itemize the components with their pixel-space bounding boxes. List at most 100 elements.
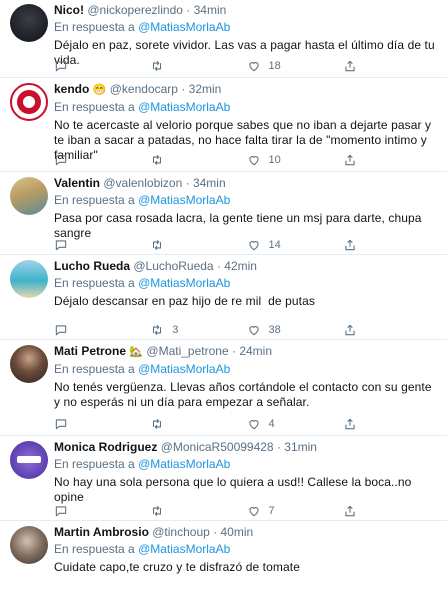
handle[interactable]: @tinchoup xyxy=(152,525,210,539)
reply-button[interactable] xyxy=(54,58,150,74)
tweet[interactable]: Valentin @valenlobizon · 34min En respue… xyxy=(0,173,447,255)
share-button[interactable] xyxy=(343,322,439,338)
display-name[interactable]: Mati Petrone xyxy=(54,344,126,358)
mention-link[interactable]: @MatiasMorlaAb xyxy=(138,362,230,376)
retweet-button[interactable] xyxy=(150,503,246,519)
emoji: 😁 xyxy=(92,84,107,96)
share-icon xyxy=(345,60,355,72)
mention-link[interactable]: @MatiasMorlaAb xyxy=(138,100,230,114)
emoji: 🏡 xyxy=(129,346,144,358)
mention-link[interactable]: @MatiasMorlaAb xyxy=(138,20,230,34)
retweet-button[interactable] xyxy=(150,237,246,253)
like-button[interactable]: 7 xyxy=(247,503,343,519)
avatar[interactable] xyxy=(10,345,48,383)
reply-feed: Nico! @nickoperezlindo · 34min En respue… xyxy=(0,0,447,591)
share-button[interactable] xyxy=(343,237,439,253)
display-name[interactable]: Lucho Rueda xyxy=(54,259,130,273)
tweet[interactable]: kendo 😁 @kendocarp · 32min En respuesta … xyxy=(0,79,447,172)
like-button[interactable]: 4 xyxy=(247,416,343,432)
display-name[interactable]: Monica Rodriguez xyxy=(54,440,157,454)
timestamp[interactable]: 34min xyxy=(194,3,227,17)
retweet-button[interactable]: 3 xyxy=(150,322,246,338)
display-name[interactable]: Martin Ambrosio xyxy=(54,525,149,539)
reply-icon xyxy=(55,419,67,430)
retweet-button[interactable] xyxy=(150,416,246,432)
retweet-icon xyxy=(153,154,162,166)
reply-icon xyxy=(55,506,67,517)
handle[interactable]: @nickoperezlindo xyxy=(87,3,183,17)
reply-button[interactable] xyxy=(54,416,150,432)
tweet[interactable]: Mati Petrone 🏡 @Mati_petrone · 24min En … xyxy=(0,341,447,436)
reply-context: En respuesta a @MatiasMorlaAb xyxy=(54,100,231,114)
reply-button[interactable] xyxy=(54,322,150,338)
display-name[interactable]: Valentin xyxy=(54,176,100,190)
timestamp[interactable]: 31min xyxy=(284,440,317,454)
reply-context: En respuesta a @MatiasMorlaAb xyxy=(54,193,231,207)
share-icon xyxy=(345,324,355,336)
tweet[interactable]: Lucho Rueda @LuchoRueda · 42min En respu… xyxy=(0,256,447,340)
mention-link[interactable]: @MatiasMorlaAb xyxy=(138,193,230,207)
reply-button[interactable] xyxy=(54,152,150,168)
reply-context: En respuesta a @MatiasMorlaAb xyxy=(54,457,231,471)
tweet[interactable]: Martin Ambrosio @tinchoup · 40min En res… xyxy=(0,522,447,591)
heart-icon xyxy=(248,241,259,251)
display-name[interactable]: Nico! xyxy=(54,3,84,17)
tweet[interactable]: Nico! @nickoperezlindo · 34min En respue… xyxy=(0,0,447,78)
avatar[interactable] xyxy=(10,4,48,42)
share-icon xyxy=(345,239,355,251)
retweet-icon xyxy=(153,324,162,336)
timestamp[interactable]: 40min xyxy=(221,525,254,539)
like-button[interactable]: 38 xyxy=(247,322,343,338)
avatar[interactable] xyxy=(10,83,48,121)
tweet[interactable]: Monica Rodriguez @MonicaR50099428 · 31mi… xyxy=(0,437,447,521)
handle[interactable]: @Mati_petrone xyxy=(146,344,228,358)
heart-icon xyxy=(248,420,259,430)
handle[interactable]: @MonicaR50099428 xyxy=(161,440,274,454)
share-button[interactable] xyxy=(343,152,439,168)
tweet-text: Cuidate capo,te cruzo y te disfrazó de t… xyxy=(54,560,300,574)
like-button[interactable]: 18 xyxy=(247,58,343,74)
tweet-text: No hay una sola persona que lo quiera a … xyxy=(54,475,412,504)
timestamp[interactable]: 42min xyxy=(224,259,257,273)
tweet-text: Déjalo descansar en paz hijo de re mil d… xyxy=(54,294,315,308)
mention-link[interactable]: @MatiasMorlaAb xyxy=(138,457,230,471)
timestamp[interactable]: 24min xyxy=(239,344,272,358)
retweet-icon xyxy=(153,418,162,430)
handle[interactable]: @kendocarp xyxy=(110,82,178,96)
mention-link[interactable]: @MatiasMorlaAb xyxy=(138,542,230,556)
reply-icon xyxy=(55,61,67,72)
share-icon xyxy=(345,418,355,430)
handle[interactable]: @valenlobizon xyxy=(103,176,182,190)
avatar[interactable] xyxy=(10,526,48,564)
display-name[interactable]: kendo xyxy=(54,82,89,96)
share-icon xyxy=(345,154,355,166)
timestamp[interactable]: 34min xyxy=(193,176,226,190)
retweet-icon xyxy=(153,239,162,251)
reply-context: En respuesta a @MatiasMorlaAb xyxy=(54,542,231,556)
heart-icon xyxy=(248,326,259,336)
avatar[interactable] xyxy=(10,260,48,298)
heart-icon xyxy=(248,507,259,517)
reply-button[interactable] xyxy=(54,237,150,253)
avatar[interactable] xyxy=(10,441,48,479)
retweet-button[interactable] xyxy=(150,152,246,168)
like-button[interactable]: 14 xyxy=(247,237,343,253)
reply-icon xyxy=(55,240,67,251)
mention-link[interactable]: @MatiasMorlaAb xyxy=(138,276,230,290)
avatar[interactable] xyxy=(10,177,48,215)
reply-context: En respuesta a @MatiasMorlaAb xyxy=(54,276,231,290)
like-button[interactable]: 10 xyxy=(247,152,343,168)
retweet-button[interactable] xyxy=(150,58,246,74)
timestamp[interactable]: 32min xyxy=(189,82,222,96)
retweet-icon xyxy=(153,60,162,72)
reply-icon xyxy=(55,155,67,166)
tweet-text: No tenés vergüenza. Llevas años cortándo… xyxy=(54,380,432,409)
reply-button[interactable] xyxy=(54,503,150,519)
share-button[interactable] xyxy=(343,58,439,74)
heart-icon xyxy=(248,156,259,166)
reply-context: En respuesta a @MatiasMorlaAb xyxy=(54,20,231,34)
handle[interactable]: @LuchoRueda xyxy=(133,259,213,273)
share-button[interactable] xyxy=(343,503,439,519)
share-button[interactable] xyxy=(343,416,439,432)
retweet-icon xyxy=(153,505,162,517)
